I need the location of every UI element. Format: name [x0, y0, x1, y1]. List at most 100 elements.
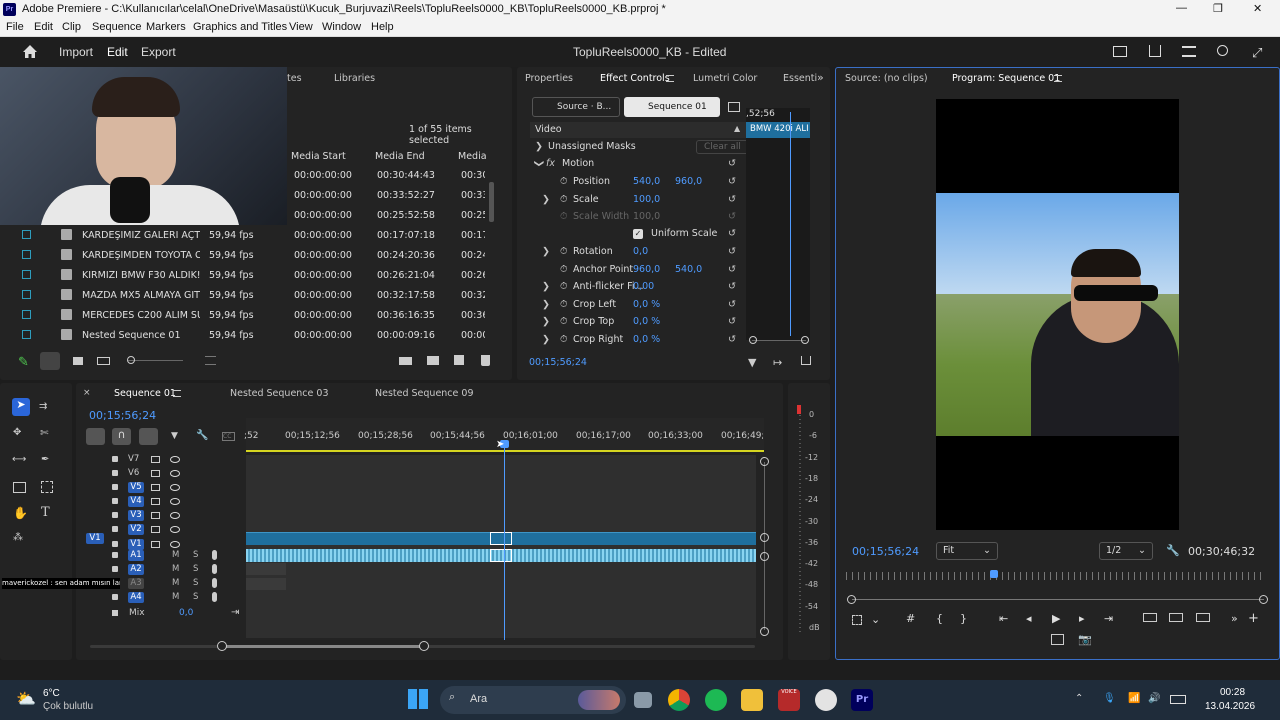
- menu-clip[interactable]: Clip: [62, 21, 81, 33]
- row-color-swatch[interactable]: [22, 330, 31, 339]
- reset-crop-right-icon[interactable]: ↺: [728, 334, 736, 345]
- solo-button[interactable]: S: [193, 592, 198, 602]
- crop-top-chevron-icon[interactable]: ❯: [542, 316, 550, 327]
- rotation-stopwatch-icon[interactable]: ⏱: [560, 246, 567, 257]
- minimize-button[interactable]: —: [1176, 2, 1187, 14]
- crop-right-chevron-icon[interactable]: ❯: [542, 334, 550, 345]
- eye-icon[interactable]: [170, 498, 180, 505]
- tab-sequence-01[interactable]: Sequence 01: [114, 388, 176, 399]
- tab-program[interactable]: Program: Sequence 01: [952, 73, 1060, 84]
- auto-reframe-icon[interactable]: ⁂: [13, 532, 23, 543]
- windows-start-icon[interactable]: [408, 689, 428, 709]
- menu-graphics[interactable]: Graphics and Titles: [193, 21, 287, 33]
- program-menu-icon[interactable]: [1054, 75, 1062, 82]
- sync-lock-icon[interactable]: [151, 484, 160, 491]
- quality-dropdown[interactable]: 1/2 ⌄: [1099, 542, 1153, 560]
- close-sequence-icon[interactable]: ×: [83, 388, 91, 398]
- video-track-label[interactable]: V2: [128, 524, 144, 535]
- chrome-icon[interactable]: [668, 689, 690, 711]
- mark-out-icon[interactable]: }: [960, 612, 967, 625]
- audio-track-label[interactable]: A4: [128, 592, 144, 603]
- solo-button[interactable]: S: [193, 550, 198, 560]
- position-x-value[interactable]: 540,0: [633, 176, 660, 187]
- sync-lock-icon[interactable]: [151, 498, 160, 505]
- track-lock-icon[interactable]: [112, 456, 118, 462]
- crop-left-value[interactable]: 0,0 %: [633, 299, 660, 310]
- reset-rotation-icon[interactable]: ↺: [728, 246, 736, 257]
- list-view-icon[interactable]: [40, 352, 60, 370]
- project-row[interactable]: MERCEDES C200 ALIM SÜRE 59,94 fps 00:00:00…: [16, 305, 486, 325]
- camera-icon[interactable]: 📷: [1078, 633, 1092, 646]
- weather-temp[interactable]: 6°C: [43, 688, 60, 699]
- vscroll-handle-top[interactable]: [760, 457, 769, 466]
- antiflicker-stopwatch-icon[interactable]: ⏱: [560, 281, 567, 292]
- program-zoom-left[interactable]: [847, 595, 856, 604]
- project-row[interactable]: KARDEŞİMDEN TOYOTA CO 59,94 fps 00:00:00:0…: [16, 245, 486, 265]
- track-lock-icon[interactable]: [112, 484, 118, 490]
- col-media-start[interactable]: Media Start: [291, 151, 346, 162]
- voiceover-mic-icon[interactable]: [212, 578, 217, 588]
- ec-clip-bar[interactable]: BMW 420i ALI: [746, 122, 810, 138]
- export-frame-icon[interactable]: [801, 356, 811, 365]
- tray-chevron-icon[interactable]: ⌃: [1075, 693, 1083, 704]
- eye-icon[interactable]: [170, 470, 180, 477]
- hscroll-thumb[interactable]: [222, 645, 424, 648]
- mix-value[interactable]: 0,0: [179, 608, 193, 618]
- anchor-x-value[interactable]: 960,0: [633, 264, 660, 275]
- add-button-icon[interactable]: +: [1248, 611, 1259, 626]
- track-lock-icon[interactable]: [112, 512, 118, 518]
- filter-icon[interactable]: ▼: [748, 356, 756, 369]
- reset-crop-top-icon[interactable]: ↺: [728, 316, 736, 327]
- scale-chevron-icon[interactable]: ❯: [542, 194, 550, 205]
- project-row[interactable]: MAZDA MX5 ALMAYA GİTTİ 59,94 fps 00:00:00:…: [16, 285, 486, 305]
- icon-view-icon[interactable]: [73, 357, 83, 365]
- video-track-label[interactable]: V5: [128, 482, 144, 493]
- tab-effect-controls[interactable]: Effect Controls: [600, 73, 670, 84]
- ripple-edit-icon[interactable]: ✥: [13, 427, 21, 438]
- uniform-scale-checkbox[interactable]: ✓: [633, 229, 643, 239]
- crop-top-stopwatch-icon[interactable]: ⏱: [560, 316, 567, 327]
- more-controls-icon[interactable]: »: [1231, 612, 1238, 625]
- sort-icon[interactable]: [205, 356, 216, 365]
- premiere-taskbar-icon[interactable]: Pr: [851, 689, 873, 711]
- eye-icon[interactable]: [170, 484, 180, 491]
- reset-antiflicker-icon[interactable]: ↺: [728, 281, 736, 292]
- pencil-icon[interactable]: ✎: [18, 355, 29, 370]
- track-lock-icon[interactable]: [112, 566, 118, 572]
- eye-icon[interactable]: [170, 541, 180, 548]
- vscroll-handle-bottom[interactable]: [760, 627, 769, 636]
- program-video-frame[interactable]: [936, 99, 1179, 530]
- source-button[interactable]: Source · B...: [532, 97, 620, 117]
- mix-lock-icon[interactable]: [112, 610, 118, 616]
- ec-timecode[interactable]: 00;15;56;24: [529, 357, 587, 368]
- settings-chevron-icon[interactable]: ⌄: [871, 613, 880, 626]
- freeform-icon[interactable]: [97, 357, 110, 365]
- source-patch-v1[interactable]: V1: [86, 533, 104, 544]
- file-explorer-icon[interactable]: [741, 689, 763, 711]
- maximize-button[interactable]: ❐: [1213, 2, 1223, 15]
- tab-menu-icon[interactable]: [666, 75, 674, 82]
- selection-tool-icon[interactable]: ➤: [12, 398, 30, 416]
- reset-anchor-icon[interactable]: ↺: [728, 264, 736, 275]
- project-row[interactable]: Nested Sequence 01 59,94 fps 00:00:00:00 00…: [16, 325, 486, 345]
- anchor-stopwatch-icon[interactable]: ⏱: [560, 264, 567, 275]
- tab-essential[interactable]: Essenti: [783, 73, 817, 84]
- taskbar-search[interactable]: ⌕ Ara: [440, 686, 626, 714]
- row-color-swatch[interactable]: [22, 230, 31, 239]
- sync-lock-icon[interactable]: [151, 470, 160, 477]
- timeline-vscroll[interactable]: [764, 462, 765, 630]
- fullscreen-icon[interactable]: ⤢: [1252, 45, 1262, 61]
- antiflicker-value[interactable]: 0,00: [633, 281, 654, 292]
- menu-help[interactable]: Help: [371, 21, 394, 33]
- mute-button[interactable]: M: [172, 592, 179, 602]
- hscroll-left-handle[interactable]: [217, 641, 227, 651]
- new-bin-icon[interactable]: [427, 356, 439, 365]
- crop-right-stopwatch-icon[interactable]: ⏱: [560, 334, 567, 345]
- scale-value[interactable]: 100,0: [633, 194, 660, 205]
- col-media-end[interactable]: Media End: [375, 151, 425, 162]
- row-color-swatch[interactable]: [22, 270, 31, 279]
- sync-lock-icon[interactable]: [151, 526, 160, 533]
- compare-icon[interactable]: [1196, 613, 1210, 622]
- step-forward-icon[interactable]: ▸: [1079, 612, 1085, 625]
- menu-sequence[interactable]: Sequence: [92, 21, 142, 33]
